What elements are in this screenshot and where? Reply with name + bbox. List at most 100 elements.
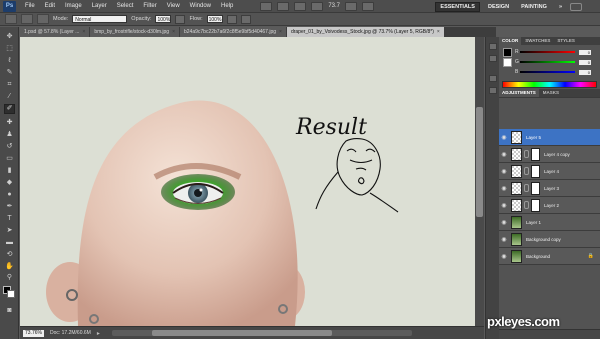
panel-foreground-swatch[interactable] bbox=[503, 48, 512, 57]
workspace-more[interactable]: » bbox=[555, 3, 566, 11]
dodge-tool-icon[interactable]: ● bbox=[5, 191, 14, 199]
menu-view[interactable]: View bbox=[162, 3, 185, 9]
hand-tool-button[interactable] bbox=[294, 1, 307, 11]
actions-panel-icon[interactable] bbox=[489, 55, 497, 62]
menu-image[interactable]: Image bbox=[60, 3, 87, 9]
red-track[interactable] bbox=[520, 51, 575, 53]
tab-color[interactable]: COLOR bbox=[499, 37, 522, 45]
layer-row[interactable]: ◉ Background copy bbox=[499, 231, 600, 248]
type-tool-icon[interactable]: T bbox=[5, 215, 14, 223]
eye-icon[interactable]: ◉ bbox=[500, 134, 508, 141]
blur-tool-icon[interactable]: ◆ bbox=[5, 179, 14, 187]
green-slider[interactable]: G 0 bbox=[515, 59, 597, 65]
eye-icon[interactable]: ◉ bbox=[500, 168, 508, 175]
brush-panel-toggle[interactable] bbox=[37, 14, 49, 24]
zoom-tool-icon[interactable]: ⚲ bbox=[5, 274, 14, 282]
pressure-size-toggle[interactable] bbox=[240, 14, 251, 24]
background-color-swatch[interactable] bbox=[7, 290, 15, 298]
doc-tab-active[interactable]: draper_01_by_Voivodess_Stock.jpg @ 73.7%… bbox=[286, 27, 444, 37]
shape-tool-icon[interactable]: ▬ bbox=[5, 239, 14, 247]
brush-preset-picker[interactable] bbox=[21, 14, 33, 24]
menu-file[interactable]: File bbox=[20, 3, 40, 9]
arrange-documents-button[interactable] bbox=[345, 1, 358, 11]
layer-mask-thumbnail[interactable] bbox=[531, 181, 540, 195]
layer-row[interactable]: ◉ Layer 1 bbox=[499, 214, 600, 231]
workspace-design[interactable]: DESIGN bbox=[484, 3, 513, 11]
eye-icon[interactable]: ◉ bbox=[500, 202, 508, 209]
vertical-scrollbar[interactable] bbox=[475, 37, 484, 326]
green-track[interactable] bbox=[520, 61, 575, 63]
menu-filter[interactable]: Filter bbox=[138, 3, 161, 9]
launch-bridge-button[interactable] bbox=[260, 1, 273, 11]
eye-icon[interactable]: ◉ bbox=[500, 219, 508, 226]
brush-tool-icon[interactable]: ✐ bbox=[4, 104, 15, 114]
blue-track[interactable] bbox=[520, 71, 575, 73]
color-spectrum[interactable] bbox=[502, 81, 597, 88]
layer-row[interactable]: ◉ Layer 2 bbox=[499, 197, 600, 214]
tool-preset-picker[interactable] bbox=[5, 14, 17, 24]
marquee-tool-icon[interactable]: ⬚ bbox=[5, 45, 14, 53]
document-canvas[interactable]: Result bbox=[20, 37, 475, 326]
quick-mask-icon[interactable]: ◙ bbox=[5, 307, 14, 315]
menu-select[interactable]: Select bbox=[112, 3, 139, 9]
panel-background-swatch[interactable] bbox=[503, 58, 512, 67]
layer-row[interactable]: ◉ Layer 3 bbox=[499, 180, 600, 197]
menu-layer[interactable]: Layer bbox=[87, 3, 112, 9]
quick-select-tool-icon[interactable]: ✎ bbox=[5, 69, 14, 77]
clone-source-panel-icon[interactable] bbox=[489, 87, 497, 94]
history-panel-icon[interactable] bbox=[489, 43, 497, 50]
close-icon[interactable]: × bbox=[437, 29, 440, 35]
launch-minibridge-button[interactable] bbox=[277, 1, 290, 11]
menu-edit[interactable]: Edit bbox=[40, 3, 60, 9]
scroll-thumb[interactable] bbox=[151, 330, 332, 336]
close-icon[interactable]: × bbox=[279, 29, 282, 35]
eye-icon[interactable]: ◉ bbox=[500, 236, 508, 243]
tab-swatches[interactable]: SWATCHES bbox=[522, 37, 553, 45]
layer-mask-thumbnail[interactable] bbox=[531, 198, 540, 212]
layer-mask-thumbnail[interactable] bbox=[531, 147, 540, 161]
blue-value[interactable]: 0 bbox=[579, 69, 591, 75]
search-icon[interactable] bbox=[570, 2, 582, 11]
zoom-tool-button[interactable] bbox=[311, 1, 324, 11]
photoshop-logo[interactable]: Ps bbox=[3, 0, 16, 12]
red-value[interactable]: 0 bbox=[579, 49, 591, 55]
eye-icon[interactable]: ◉ bbox=[500, 151, 508, 158]
screen-mode-button[interactable] bbox=[362, 1, 375, 11]
doc-tab-1[interactable]: 1.psd @ 57.8% (Layer ... × bbox=[20, 27, 90, 37]
layer-row[interactable]: ◉ Layer 4 copy bbox=[499, 146, 600, 163]
status-zoom[interactable]: 73.76% bbox=[23, 329, 44, 337]
gradient-tool-icon[interactable]: ▮ bbox=[5, 167, 14, 175]
pen-tool-icon[interactable]: ✒ bbox=[5, 203, 14, 211]
airbrush-toggle[interactable] bbox=[226, 14, 237, 24]
layer-row[interactable]: ◉ Layer 4 bbox=[499, 163, 600, 180]
pressure-opacity-toggle[interactable] bbox=[175, 14, 186, 24]
history-brush-tool-icon[interactable]: ↺ bbox=[5, 143, 14, 151]
doc-tab-3[interactable]: b24a9c7bc22b7a6f2c8f5e9bf5d40467.jpg × bbox=[180, 27, 286, 37]
status-menu-icon[interactable]: ▸ bbox=[97, 330, 100, 337]
layer-mask-thumbnail[interactable] bbox=[531, 164, 540, 178]
crop-tool-icon[interactable]: ⌗ bbox=[5, 81, 14, 89]
close-icon[interactable]: × bbox=[172, 29, 175, 35]
layer-row[interactable]: ◉ Layer 5 bbox=[499, 129, 600, 146]
horizontal-scrollbar[interactable] bbox=[111, 330, 412, 336]
brush-panel-icon[interactable] bbox=[489, 75, 497, 82]
flow-field[interactable]: 100% bbox=[206, 15, 223, 23]
opacity-field[interactable]: 100% bbox=[155, 15, 172, 23]
3d-rotate-tool-icon[interactable]: ⟲ bbox=[5, 251, 14, 259]
red-slider[interactable]: R 0 bbox=[515, 49, 597, 55]
clone-stamp-tool-icon[interactable]: ♟ bbox=[5, 131, 14, 139]
menu-window[interactable]: Window bbox=[185, 3, 216, 9]
eyedropper-tool-icon[interactable]: ⁄ bbox=[5, 93, 14, 101]
blue-slider[interactable]: B 0 bbox=[515, 69, 597, 75]
scroll-thumb[interactable] bbox=[476, 107, 483, 217]
menu-help[interactable]: Help bbox=[216, 3, 238, 9]
zoom-level[interactable]: 73.7 bbox=[328, 3, 340, 9]
healing-tool-icon[interactable]: ✚ bbox=[5, 119, 14, 127]
eye-icon[interactable]: ◉ bbox=[500, 185, 508, 192]
workspace-painting[interactable]: PAINTING bbox=[517, 3, 551, 11]
path-select-tool-icon[interactable]: ➤ bbox=[5, 227, 14, 235]
eye-icon[interactable]: ◉ bbox=[500, 253, 508, 260]
tab-styles[interactable]: STYLES bbox=[554, 37, 578, 45]
tab-adjustments[interactable]: ADJUSTMENTS bbox=[499, 89, 539, 97]
mode-select[interactable]: Normal bbox=[72, 15, 128, 23]
